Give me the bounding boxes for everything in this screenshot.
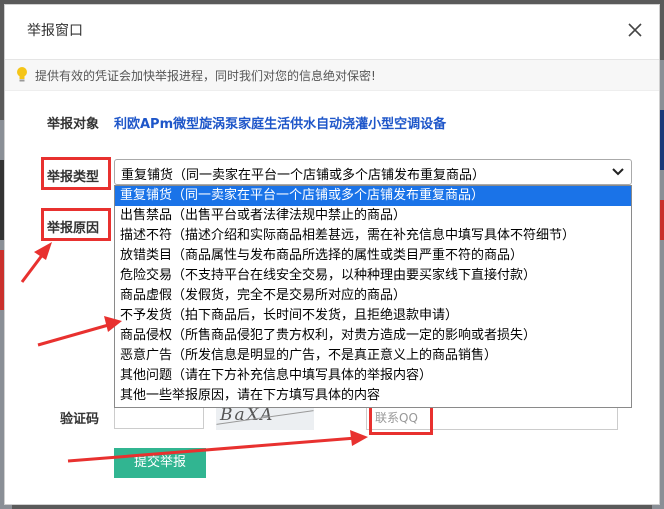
report-target-link[interactable]: 利欧APm微型旋涡泵家庭生活供水自动浇灌小型空调设备	[114, 113, 446, 132]
submit-report-button[interactable]: 提交举报	[114, 448, 206, 478]
report-type-select[interactable]: 重复铺货（同一卖家在平台一个店铺或多个店铺发布重复商品）	[114, 159, 632, 185]
target-label: 举报对象	[47, 117, 100, 132]
close-icon[interactable]	[624, 19, 646, 41]
notice-bar: 提供有效的凭证会加快举报进程，同时我们对您的信息绝对保密!	[5, 60, 659, 91]
chevron-down-icon	[612, 168, 624, 176]
dropdown-option[interactable]: 重复铺货（同一卖家在平台一个店铺或多个店铺发布重复商品）	[115, 186, 631, 206]
captcha-label: 验证码	[60, 412, 100, 427]
dropdown-option[interactable]: 其他问题（请在下方补充信息中填写具体的举报内容）	[115, 366, 631, 386]
dropdown-option[interactable]: 不予发货（拍下商品后，长时间不发货，且拒绝退款申请）	[115, 306, 631, 326]
dropdown-option[interactable]: 恶意广告（所发信息是明显的广告，不是真正意义上的商品销售）	[115, 346, 631, 366]
dropdown-option[interactable]: 放错类目（商品属性与发布商品所选择的属性或类目严重不符的商品）	[115, 246, 631, 266]
highlight-box	[41, 157, 111, 190]
dropdown-option[interactable]: 出售禁品（出售平台或者法律法规中禁止的商品）	[115, 206, 631, 226]
dialog-title-bar: 举报窗口	[5, 5, 659, 60]
dropdown-option[interactable]: 其他一些举报原因，请在下方填写具体的内容	[115, 386, 631, 406]
dropdown-option[interactable]: 商品侵权（所售商品侵犯了贵方权利，对贵方造成一定的影响或者损失）	[115, 326, 631, 346]
dropdown-option[interactable]: 商品虚假（发假货，完全不是交易所对应的商品）	[115, 286, 631, 306]
highlight-box	[41, 208, 111, 241]
lightbulb-icon	[17, 67, 27, 82]
dropdown-option[interactable]: 危险交易（不支持平台在线安全交易，以种种理由要买家线下直接付款）	[115, 266, 631, 286]
report-type-dropdown[interactable]: 重复铺货（同一卖家在平台一个店铺或多个店铺发布重复商品） 出售禁品（出售平台或者…	[114, 185, 632, 408]
dropdown-option[interactable]: 描述不符（描述介绍和实际商品相差甚远，需在补充信息中填写具体不符细节）	[115, 226, 631, 246]
dialog-title: 举报窗口	[27, 23, 83, 39]
notice-text: 提供有效的凭证会加快举报进程，同时我们对您的信息绝对保密!	[35, 69, 376, 83]
select-value: 重复铺货（同一卖家在平台一个店铺或多个店铺发布重复商品）	[121, 168, 486, 183]
